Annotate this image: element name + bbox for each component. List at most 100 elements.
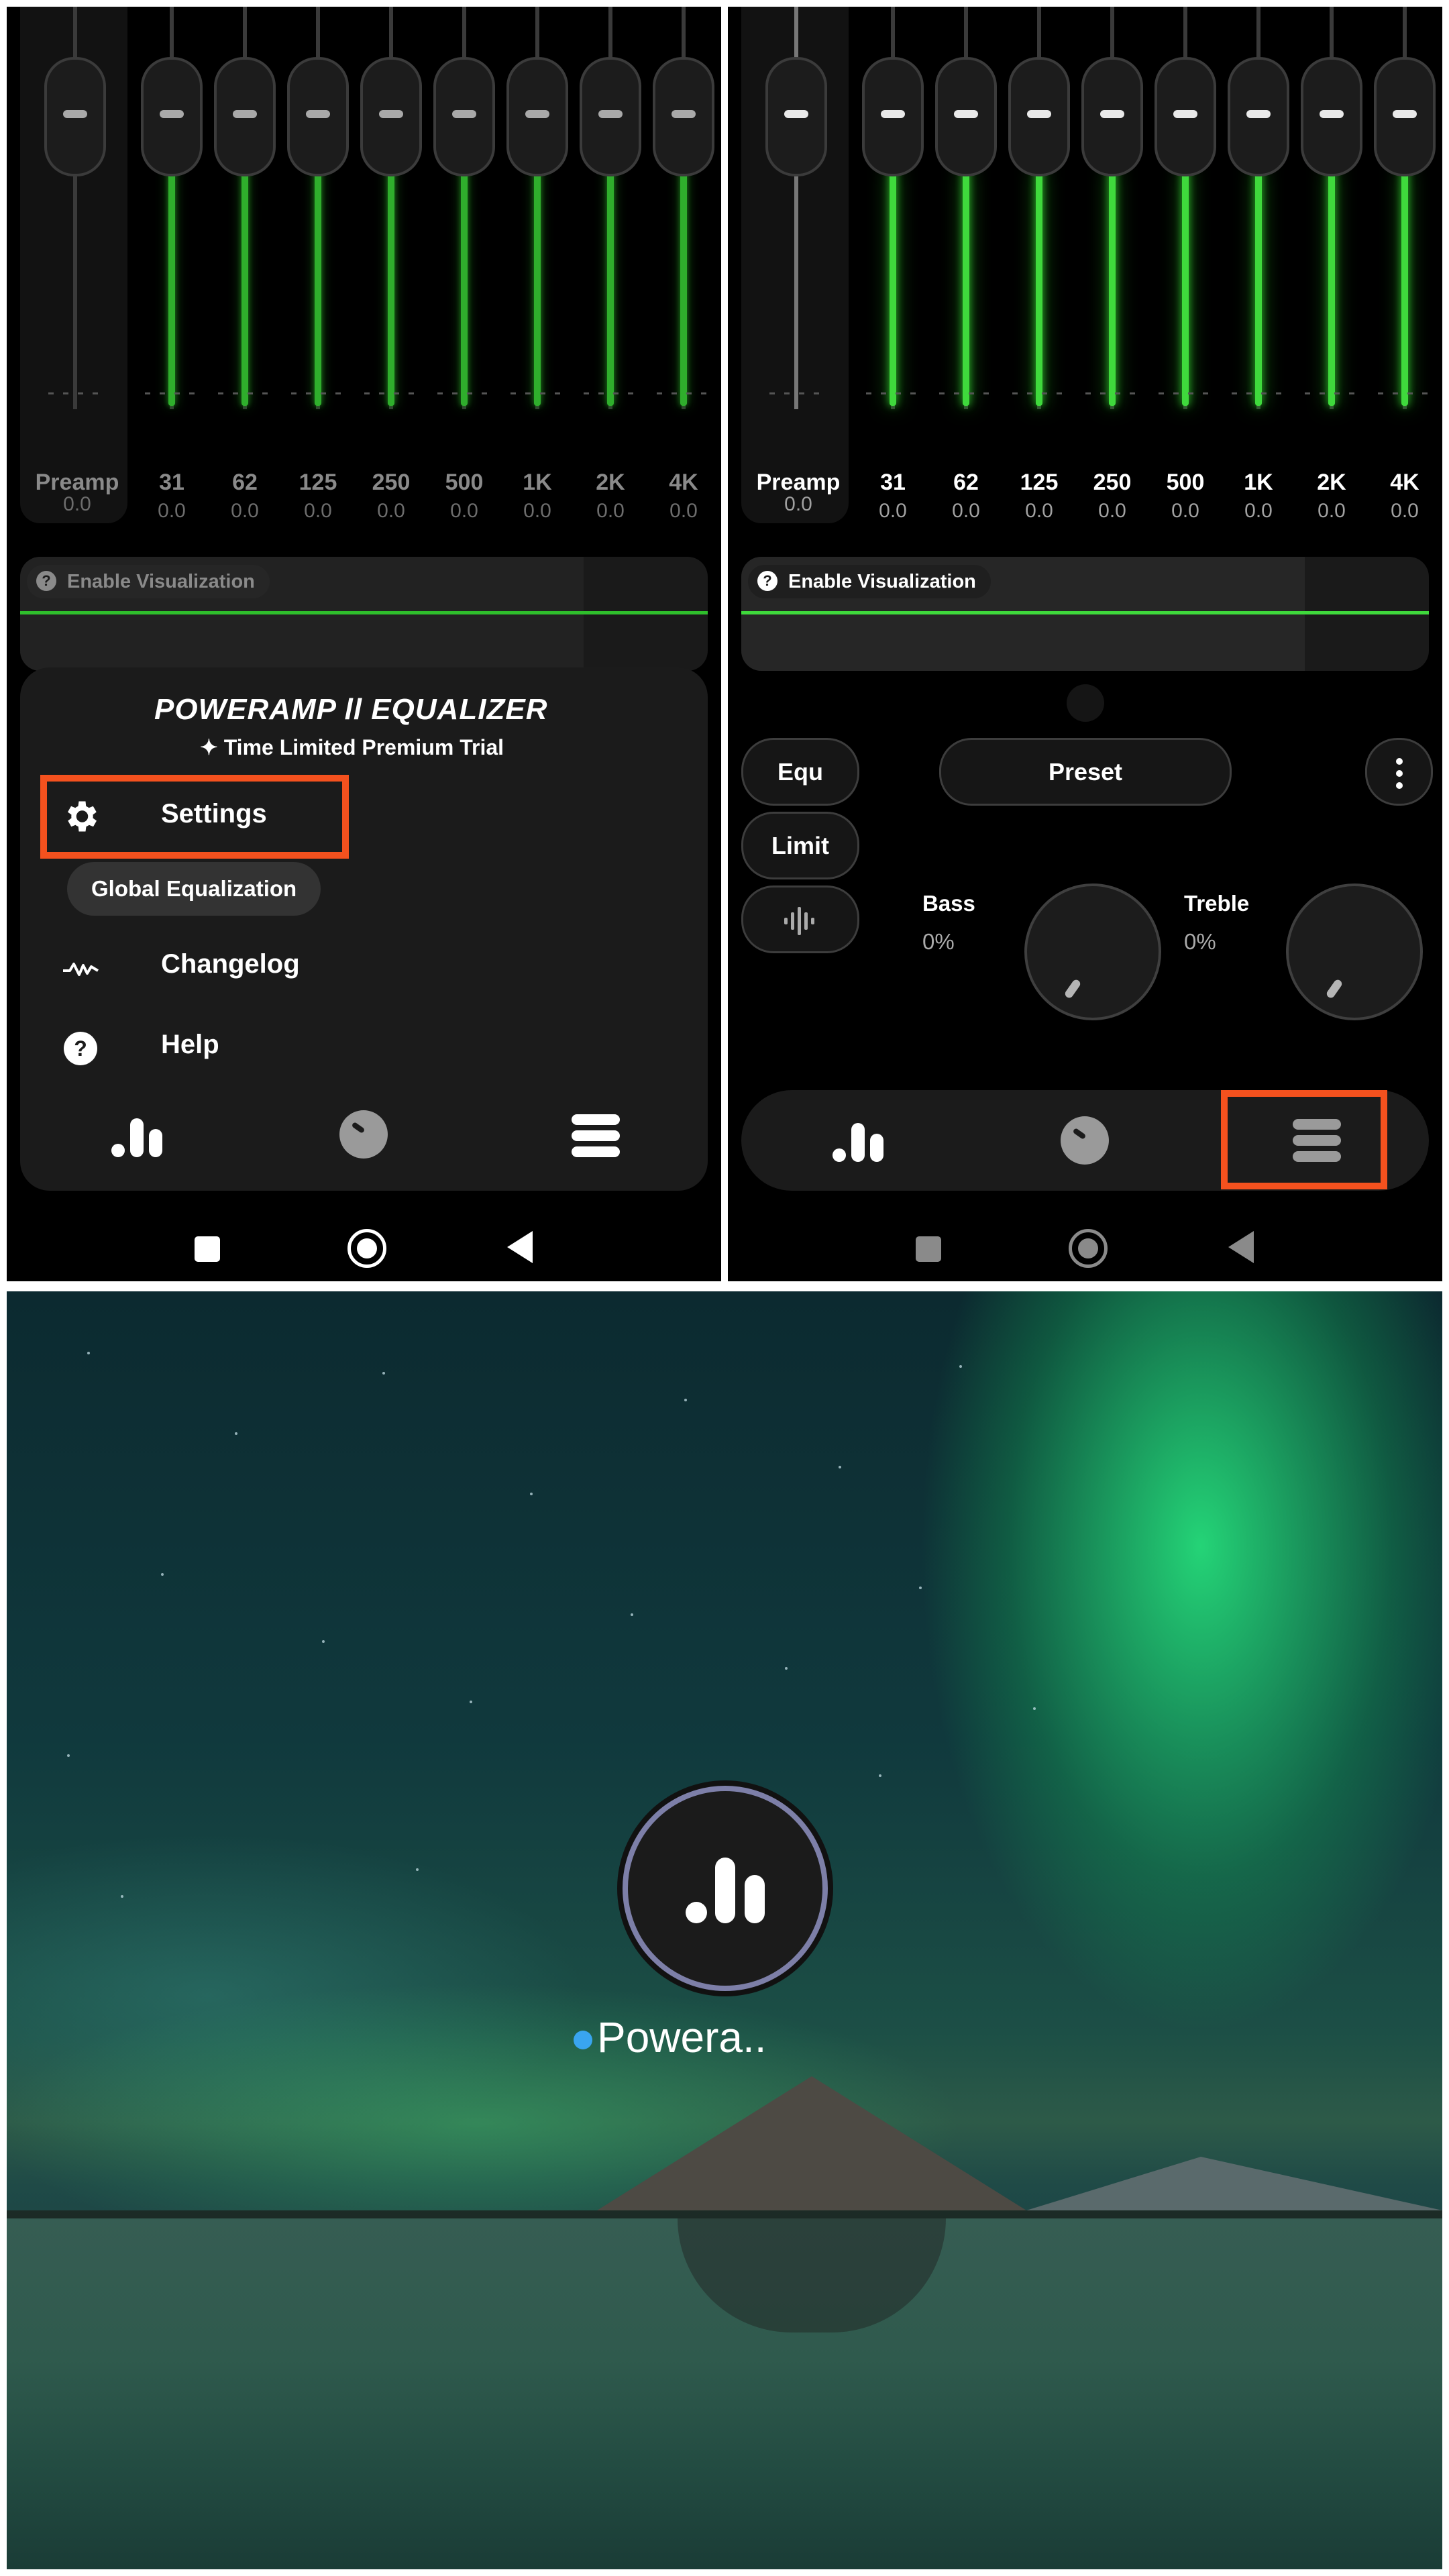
band-label: 62 xyxy=(232,470,258,495)
back-button[interactable] xyxy=(507,1231,533,1263)
equ-button[interactable]: Equ xyxy=(741,738,859,806)
app-label-text: Powera.. xyxy=(597,2013,767,2061)
bass-label: Bass xyxy=(922,891,975,916)
app-label[interactable]: Powera.. xyxy=(574,2012,767,2062)
slider-thumb[interactable] xyxy=(862,57,924,176)
equalizer-bars-icon[interactable] xyxy=(828,1114,889,1167)
side-menu: POWERAMP ll EQUALIZER ✦ Time Limited Pre… xyxy=(20,667,708,1191)
poweramp-logo: POWERAMP ll EQUALIZER xyxy=(154,693,548,726)
overflow-menu-button[interactable] xyxy=(1365,738,1433,806)
preamp-value: 0.0 xyxy=(784,493,812,515)
band-label: 2K xyxy=(1317,470,1346,495)
slider-thumb[interactable] xyxy=(765,57,827,176)
visualization-area[interactable]: ? Enable Visualization xyxy=(20,557,708,671)
slider-thumb[interactable] xyxy=(653,57,714,176)
band-label: 31 xyxy=(880,470,906,495)
preset-button[interactable]: Preset xyxy=(939,738,1232,806)
changelog-menu-item[interactable]: Changelog xyxy=(161,949,300,979)
band-label: 1K xyxy=(1244,470,1273,495)
slider-thumb[interactable] xyxy=(1374,57,1436,176)
menu-tab-icon[interactable] xyxy=(569,1109,623,1163)
preamp-label: Preamp xyxy=(756,470,841,495)
band-slider-62[interactable] xyxy=(211,7,278,409)
knob-tab-icon[interactable] xyxy=(337,1108,390,1161)
limit-button[interactable]: Limit xyxy=(741,812,859,879)
help-icon: ? xyxy=(64,1032,97,1065)
band-slider-2k[interactable] xyxy=(577,7,644,409)
menu-tab-highlight-box xyxy=(1221,1090,1387,1189)
slider-thumb[interactable] xyxy=(506,57,568,176)
help-icon: ? xyxy=(36,571,56,591)
help-menu-item[interactable]: Help xyxy=(161,1030,219,1060)
band-slider-125[interactable] xyxy=(1006,7,1073,409)
bass-value: 0% xyxy=(922,929,955,954)
band-slider-31[interactable] xyxy=(138,7,205,409)
visualization-area[interactable]: ? Enable Visualization xyxy=(741,557,1429,671)
band-slider-250[interactable] xyxy=(358,7,425,409)
preamp-value: 0.0 xyxy=(63,493,91,515)
home-button[interactable] xyxy=(1069,1229,1108,1268)
slider-thumb[interactable] xyxy=(1008,57,1070,176)
android-nav-bar xyxy=(7,1218,721,1281)
audio-wave-button[interactable] xyxy=(741,885,859,953)
trial-text: Time Limited Premium Trial xyxy=(223,735,504,759)
treble-knob[interactable] xyxy=(1286,883,1423,1020)
knob-indicator xyxy=(1063,978,1082,1000)
page-indicator-dot xyxy=(1067,684,1104,722)
slider-thumb[interactable] xyxy=(214,57,276,176)
home-button[interactable] xyxy=(347,1229,386,1268)
help-icon: ? xyxy=(757,571,777,591)
recents-button[interactable] xyxy=(195,1236,220,1262)
band-slider-31[interactable] xyxy=(859,7,926,409)
equalizer-screen-with-menu: Preamp 0.0 31 0.0 62 0.0 125 0.0 250 0.0… xyxy=(7,7,721,1281)
slider-thumb[interactable] xyxy=(141,57,203,176)
band-slider-250[interactable] xyxy=(1079,7,1146,409)
recents-button[interactable] xyxy=(916,1236,941,1262)
slider-thumb[interactable] xyxy=(580,57,641,176)
preamp-slider[interactable] xyxy=(763,7,830,409)
slider-thumb[interactable] xyxy=(287,57,349,176)
band-slider-4k[interactable] xyxy=(650,7,717,409)
slider-thumb[interactable] xyxy=(433,57,495,176)
band-slider-1k[interactable] xyxy=(504,7,571,409)
band-label: 500 xyxy=(1166,470,1205,495)
band-value: 0.0 xyxy=(1025,500,1053,522)
equalizer-bars-icon[interactable] xyxy=(107,1109,168,1163)
band-value: 0.0 xyxy=(1244,500,1273,522)
band-slider-4k[interactable] xyxy=(1371,7,1438,409)
band-label: 4K xyxy=(669,470,698,495)
settings-menu-item[interactable]: Settings xyxy=(161,799,267,829)
slider-thumb[interactable] xyxy=(1301,57,1362,176)
enable-visualization-chip[interactable]: ? Enable Visualization xyxy=(748,565,991,598)
band-value: 0.0 xyxy=(1171,500,1199,522)
band-label: 62 xyxy=(953,470,979,495)
poweramp-equalizer-app-icon[interactable] xyxy=(623,1786,828,1991)
back-button[interactable] xyxy=(1228,1231,1254,1263)
band-slider-1k[interactable] xyxy=(1225,7,1292,409)
changelog-wave-icon xyxy=(63,963,99,976)
slider-thumb[interactable] xyxy=(360,57,422,176)
band-slider-125[interactable] xyxy=(284,7,352,409)
global-equalization-chip[interactable]: Global Equalization xyxy=(67,862,321,916)
enable-visualization-label: Enable Visualization xyxy=(788,571,976,592)
band-label: 500 xyxy=(445,470,484,495)
slider-thumb[interactable] xyxy=(44,57,106,176)
band-label: 250 xyxy=(372,470,411,495)
knob-tab-icon[interactable] xyxy=(1058,1114,1112,1167)
band-slider-62[interactable] xyxy=(932,7,1000,409)
slider-thumb[interactable] xyxy=(1081,57,1143,176)
enable-visualization-chip[interactable]: ? Enable Visualization xyxy=(27,565,270,598)
band-slider-2k[interactable] xyxy=(1298,7,1365,409)
home-screen-wallpaper: Powera.. xyxy=(7,1291,1442,2569)
band-value: 0.0 xyxy=(1391,500,1419,522)
equalizer-bars-icon xyxy=(686,1858,765,1923)
preamp-slider[interactable] xyxy=(42,7,109,409)
slider-thumb[interactable] xyxy=(1228,57,1289,176)
bass-knob[interactable] xyxy=(1024,883,1161,1020)
band-value: 0.0 xyxy=(231,500,259,522)
band-label: 125 xyxy=(1020,470,1059,495)
band-slider-500[interactable] xyxy=(1152,7,1219,409)
slider-thumb[interactable] xyxy=(1155,57,1216,176)
slider-thumb[interactable] xyxy=(935,57,997,176)
band-slider-500[interactable] xyxy=(431,7,498,409)
